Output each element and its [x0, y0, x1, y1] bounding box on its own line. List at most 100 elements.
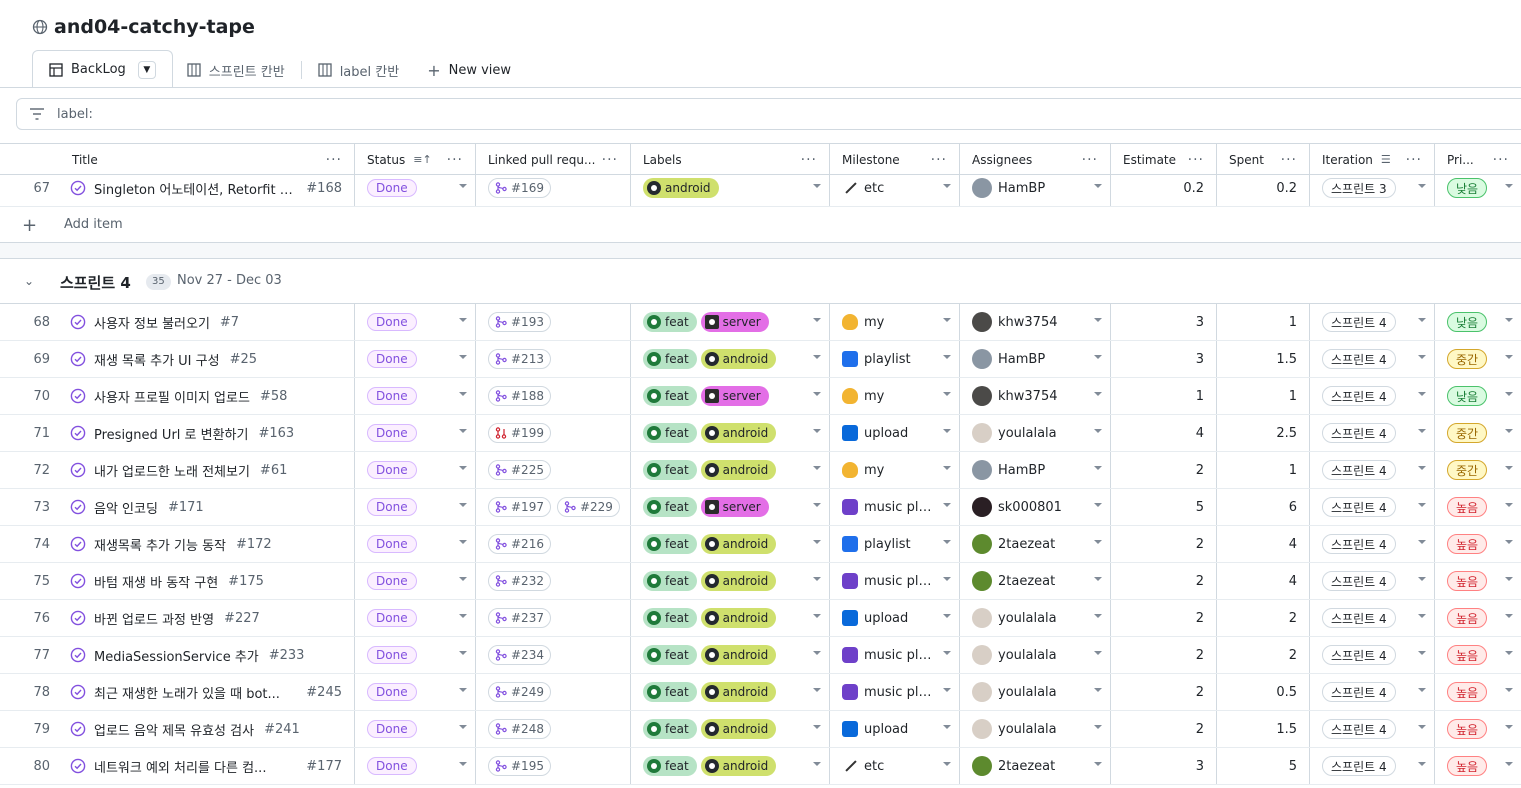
priority-cell[interactable]: 높음 [1435, 748, 1521, 784]
label-server[interactable]: server [700, 497, 769, 517]
chevron-down-icon[interactable] [1418, 651, 1426, 655]
title-cell[interactable]: MediaSessionService 추가 #233 [62, 637, 355, 673]
table-row[interactable]: 78 최근 재생한 노래가 있을 때 bot... #245 Done #249 feat… [0, 674, 1521, 711]
linked-prs-cell[interactable]: #188 [476, 378, 631, 414]
milestone-cell[interactable]: music pla... [830, 563, 960, 599]
chevron-down-icon[interactable] [943, 466, 951, 470]
tab-label-kanban[interactable]: label 칸반 [304, 52, 414, 88]
label-feat[interactable]: feat [643, 312, 697, 332]
filter-input[interactable]: label: [16, 98, 1521, 130]
status-cell[interactable]: Done [355, 341, 476, 377]
priority-cell[interactable]: 높음 [1435, 637, 1521, 673]
assignee-cell[interactable]: youlalala [960, 711, 1111, 747]
linked-prs-cell[interactable]: #216 [476, 526, 631, 562]
priority-cell[interactable]: 낮음 [1435, 378, 1521, 414]
priority-cell[interactable]: 높음 [1435, 563, 1521, 599]
spent-cell[interactable]: 6 [1217, 489, 1310, 525]
labels-cell[interactable]: feat android [631, 452, 830, 488]
title-cell[interactable]: 바텀 재생 바 동작 구현 #175 [62, 563, 355, 599]
chevron-down-icon[interactable] [1094, 503, 1102, 507]
pr-link[interactable]: #188 [488, 386, 551, 406]
iteration-cell[interactable]: 스프린트 4 [1310, 341, 1435, 377]
assignee-cell[interactable]: youlalala [960, 637, 1111, 673]
status-cell[interactable]: Done [355, 452, 476, 488]
chevron-down-icon[interactable] [1505, 503, 1513, 507]
labels-cell[interactable]: feat android [631, 637, 830, 673]
label-android[interactable]: android [700, 460, 777, 480]
chevron-down-icon[interactable] [459, 503, 467, 507]
label-android[interactable]: android [700, 423, 777, 443]
priority-cell[interactable]: 높음 [1435, 489, 1521, 525]
label-feat[interactable]: feat [643, 682, 697, 702]
title-cell[interactable]: 사용자 프로필 이미지 업로드 #58 [62, 378, 355, 414]
add-item-label[interactable]: Add item [64, 217, 123, 232]
spent-cell[interactable]: 1.5 [1217, 341, 1310, 377]
linked-prs-cell[interactable]: #237 [476, 600, 631, 636]
title-cell[interactable]: 최근 재생한 노래가 있을 때 bot... #245 [62, 674, 355, 710]
assignee-cell[interactable]: sk000801 [960, 489, 1111, 525]
title-cell[interactable]: Presigned Url 로 변환하기 #163 [62, 415, 355, 451]
spent-cell[interactable]: 1 [1217, 452, 1310, 488]
title-cell[interactable]: 사용자 정보 불러오기 #7 [62, 304, 355, 340]
milestone-cell[interactable]: upload [830, 711, 960, 747]
chevron-down-icon[interactable] [1418, 614, 1426, 618]
issue-title[interactable]: Singleton 어노테이션, Retorfit S... [94, 179, 298, 198]
column-menu-icon[interactable]: ··· [1188, 152, 1204, 168]
table-row[interactable]: 71 Presigned Url 로 변환하기 #163 Done #199 feat an… [0, 415, 1521, 452]
tab-sprint-kanban[interactable]: 스프린트 칸반 [173, 52, 299, 88]
chevron-down-icon[interactable] [1094, 466, 1102, 470]
table-row[interactable]: 69 재생 목록 추가 UI 구성 #25 Done #213 feat android pl… [0, 341, 1521, 378]
issue-title[interactable]: 재생목록 추가 기능 동작 [94, 535, 226, 554]
iteration-cell[interactable]: 스프린트 4 [1310, 711, 1435, 747]
chevron-down-icon[interactable] [813, 577, 821, 581]
spent-cell[interactable]: 2 [1217, 600, 1310, 636]
table-row[interactable]: 73 음악 인코딩 #171 Done #197 #229 feat server music … [0, 489, 1521, 526]
labels-cell[interactable]: feat android [631, 526, 830, 562]
linked-prs-cell[interactable]: #248 [476, 711, 631, 747]
labels-cell[interactable]: feat android [631, 563, 830, 599]
assignee-cell[interactable]: youlalala [960, 674, 1111, 710]
issue-title[interactable]: 사용자 프로필 이미지 업로드 [94, 387, 250, 406]
title-cell[interactable]: 음악 인코딩 #171 [62, 489, 355, 525]
assignee-cell[interactable]: youlalala [960, 415, 1111, 451]
linked-prs-cell[interactable]: #195 [476, 748, 631, 784]
chevron-down-icon[interactable] [813, 762, 821, 766]
labels-cell[interactable]: feat server [631, 378, 830, 414]
title-cell[interactable]: 업로드 음악 제목 유효성 검사 #241 [62, 711, 355, 747]
chevron-down-icon[interactable] [813, 318, 821, 322]
label-android[interactable]: android [700, 719, 777, 739]
spent-cell[interactable]: 1 [1217, 378, 1310, 414]
table-row[interactable]: 72 내가 업로드한 노래 전체보기 #61 Done #225 feat android m… [0, 452, 1521, 489]
iteration-cell[interactable]: 스프린트 4 [1310, 452, 1435, 488]
chevron-down-icon[interactable] [1418, 355, 1426, 359]
column-menu-icon[interactable]: ··· [1082, 152, 1098, 168]
chevron-down-icon[interactable] [813, 688, 821, 692]
iteration-cell[interactable]: 스프린트 4 [1310, 489, 1435, 525]
table-row[interactable]: 77 MediaSessionService 추가 #233 Done #234 feat… [0, 637, 1521, 674]
table-row[interactable]: 68 사용자 정보 불러오기 #7 Done #193 feat server my khw37… [0, 304, 1521, 341]
milestone-cell[interactable]: my [830, 304, 960, 340]
chevron-down-icon[interactable] [1094, 318, 1102, 322]
label-android[interactable]: android [700, 756, 777, 776]
issue-title[interactable]: 바뀐 업로드 과정 반영 [94, 609, 214, 628]
chevron-down-icon[interactable] [1505, 540, 1513, 544]
chevron-down-icon[interactable] [943, 688, 951, 692]
label-android[interactable]: android [700, 534, 777, 554]
chevron-down-icon[interactable] [459, 540, 467, 544]
chevron-down-icon[interactable] [1505, 355, 1513, 359]
label-server[interactable]: server [700, 386, 769, 406]
chevron-down-icon[interactable] [943, 762, 951, 766]
chevron-down-icon[interactable] [943, 651, 951, 655]
iteration-cell[interactable]: 스프린트 4 [1310, 526, 1435, 562]
assignee-cell[interactable]: HamBP [960, 341, 1111, 377]
assignee-cell[interactable]: 2taezeat [960, 748, 1111, 784]
issue-title[interactable]: 바텀 재생 바 동작 구현 [94, 572, 218, 591]
labels-cell[interactable]: android [631, 170, 830, 206]
chevron-down-icon[interactable] [459, 318, 467, 322]
chevron-down-icon[interactable] [813, 355, 821, 359]
chevron-down-icon[interactable] [813, 540, 821, 544]
pr-link[interactable]: #229 [556, 497, 620, 517]
spent-cell[interactable]: 0.5 [1217, 674, 1310, 710]
column-menu-icon[interactable]: ··· [931, 152, 947, 168]
label-feat[interactable]: feat [643, 534, 697, 554]
